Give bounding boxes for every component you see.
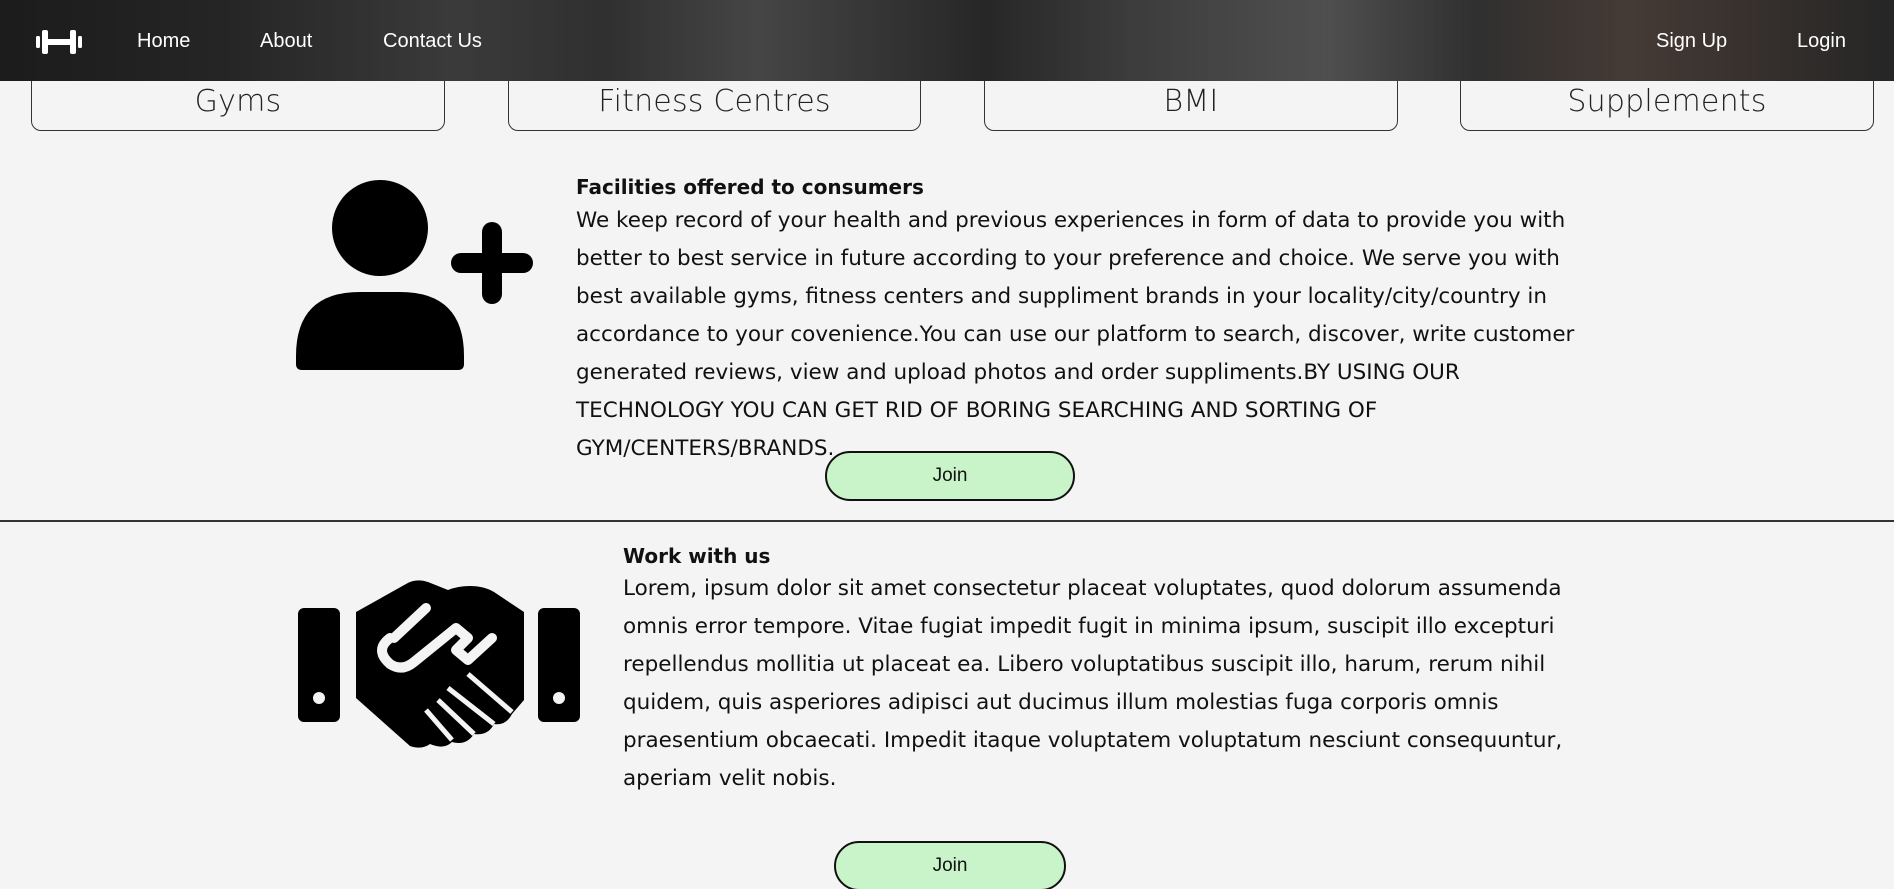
nav-login-link[interactable]: Login <box>1797 30 1846 53</box>
navbar: Home About Contact Us Sign Up Login <box>0 0 1894 81</box>
work-section-title: Work with us <box>623 544 771 568</box>
nav-home-link[interactable]: Home <box>137 30 190 53</box>
user-plus-icon <box>296 180 533 370</box>
work-section-text: Lorem, ipsum dolor sit amet consectetur … <box>623 576 1563 791</box>
section-divider <box>0 520 1894 522</box>
consumers-join-button[interactable]: Join <box>825 451 1075 501</box>
nav-signup-link[interactable]: Sign Up <box>1656 30 1727 53</box>
work-join-button[interactable]: Join <box>834 841 1066 889</box>
handshake-icon <box>298 580 580 748</box>
nav-contact-link[interactable]: Contact Us <box>383 30 482 53</box>
consumers-section-title: Facilities offered to consumers <box>576 175 924 199</box>
nav-about-link[interactable]: About <box>260 30 312 53</box>
dumbbell-icon[interactable] <box>34 22 84 62</box>
consumers-section-text: We keep record of your health and previo… <box>576 208 1575 461</box>
